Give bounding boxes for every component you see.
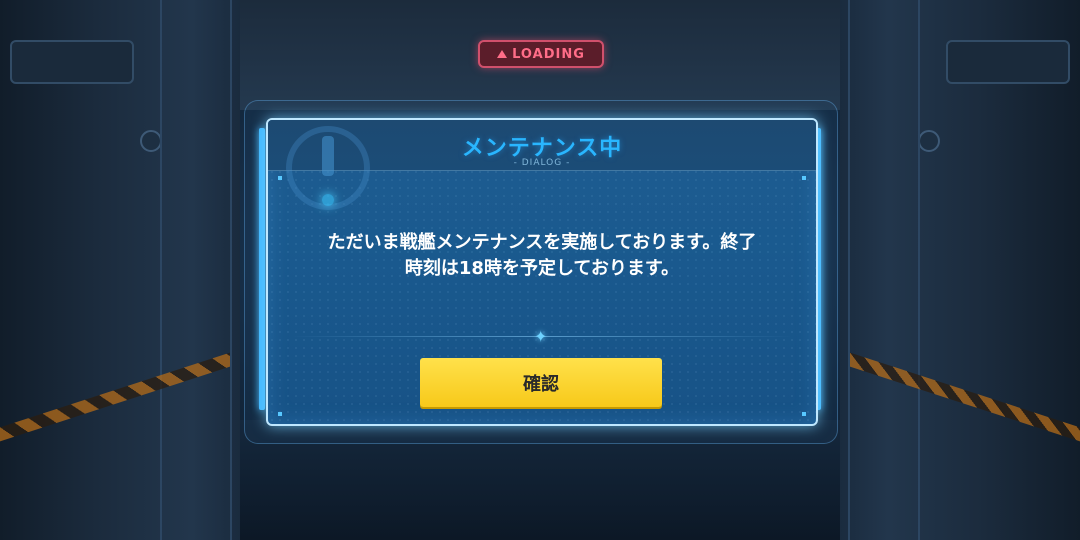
wall-bolt: [918, 130, 940, 152]
hazard-stripe: [850, 352, 1080, 442]
panel-seam: [918, 0, 920, 540]
hazard-stripe: [0, 352, 230, 442]
dialog-message: ただいま戦艦メンテナンスを実施しております。終了 時刻は18時を予定しております…: [288, 230, 796, 282]
message-line: ただいま戦艦メンテナンスを実施しております。終了: [327, 232, 757, 253]
dialog-header: メンテナンス中 - DIALOG -: [268, 120, 816, 210]
corner-marker: [278, 176, 282, 180]
dialog-subtitle: - DIALOG -: [513, 158, 571, 168]
corner-marker: [802, 176, 806, 180]
left-wall: [0, 0, 240, 540]
corner-marker: [802, 412, 806, 416]
dialog-left-accent: [259, 128, 265, 410]
corner-marker: [278, 412, 282, 416]
confirm-button[interactable]: 確認: [420, 358, 662, 407]
panel-seam: [230, 0, 232, 540]
panel-seam: [848, 0, 850, 540]
right-wall: [840, 0, 1080, 540]
wall-bolt: [140, 130, 162, 152]
loading-sign-label: LOADING: [512, 46, 585, 62]
message-line: 時刻は18時を予定しております。: [404, 258, 680, 279]
triangle-icon: [497, 50, 508, 58]
wall-vent: [10, 40, 134, 84]
loading-sign: LOADING: [478, 40, 604, 68]
maintenance-dialog: メンテナンス中 - DIALOG - ただいま戦艦メンテナンスを実施しております…: [266, 118, 818, 426]
wall-vent: [946, 40, 1070, 84]
panel-seam: [160, 0, 162, 540]
sparkle-icon: ✦: [534, 327, 548, 346]
